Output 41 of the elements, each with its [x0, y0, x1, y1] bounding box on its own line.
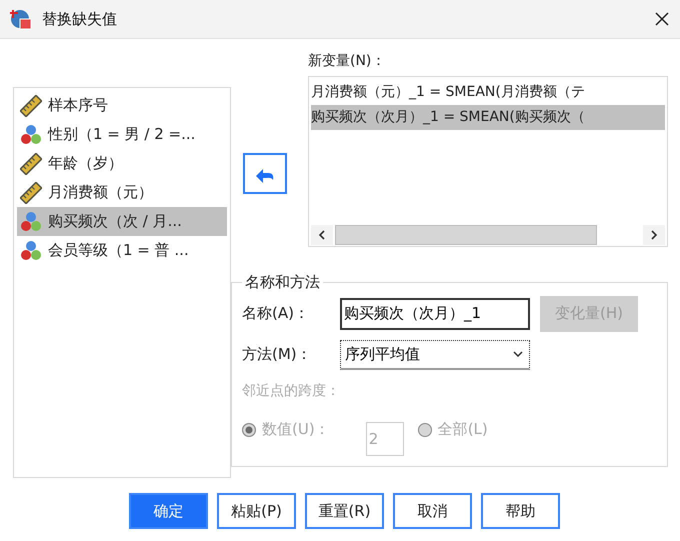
method-label: 方法(M)：	[242, 345, 313, 364]
radio-button[interactable]	[242, 422, 256, 436]
variable-item[interactable]: 年龄（岁）	[17, 149, 227, 178]
group-legend: 名称和方法	[242, 272, 323, 292]
variable-item[interactable]: 样本序号	[17, 91, 227, 120]
nominal-icon	[20, 124, 42, 146]
variable-label: 购买频次（次 / 月...	[48, 212, 182, 231]
move-button[interactable]	[242, 153, 286, 194]
window-title: 替换缺失值	[42, 10, 118, 28]
radio-label: 数值(U)：	[262, 420, 330, 439]
variable-item[interactable]: 性别（1 = 男 / 2 =...	[17, 120, 227, 149]
new-variable-item[interactable]: 购买频次（次月）_1 = SMEAN(购买频次（	[311, 105, 665, 130]
new-variable-item[interactable]: 月消费额（元）_1 = SMEAN(月消费额（テ	[311, 80, 665, 105]
variable-item[interactable]: 购买频次（次 / 月...	[17, 207, 227, 236]
scroll-left-icon[interactable]	[311, 225, 333, 245]
method-dropdown[interactable]: 序列平均值	[340, 340, 530, 370]
scroll-right-icon[interactable]	[643, 225, 665, 245]
variable-item[interactable]: 月消费额（元）	[17, 178, 227, 207]
close-icon[interactable]	[654, 11, 670, 27]
nominal-icon	[20, 210, 42, 232]
scroll-thumb[interactable]	[335, 225, 597, 245]
variable-label: 年龄（岁）	[48, 154, 123, 173]
dialog-button[interactable]: 重置(R)	[305, 493, 384, 529]
dialog-button[interactable]: 粘贴(P)	[217, 493, 296, 529]
name-field[interactable]: 购买频次（次月）_1	[340, 298, 530, 330]
variable-label: 样本序号	[48, 96, 108, 115]
variable-item[interactable]: 会员等级（1 = 普 ...	[17, 236, 227, 265]
radio-label: 全部(L)	[438, 420, 488, 439]
chevron-icon	[513, 351, 523, 357]
variable-label: 月消费额（元）	[48, 183, 153, 202]
app-icon	[10, 8, 32, 30]
name-label: 名称(A)：	[242, 304, 310, 323]
dialog-button[interactable]: 确定	[129, 493, 208, 529]
dialog-button[interactable]: 取消	[393, 493, 472, 529]
variable-label: 性别（1 = 男 / 2 =...	[48, 125, 196, 144]
span-label: 邻近点的跨度：	[242, 382, 340, 400]
radio-button[interactable]	[418, 422, 432, 436]
variable-label: 会员等级（1 = 普 ...	[48, 241, 189, 260]
new-variable-label: 新变量(N)：	[308, 52, 386, 70]
nominal-icon	[20, 240, 42, 262]
dialog-button[interactable]: 帮助	[481, 493, 560, 529]
